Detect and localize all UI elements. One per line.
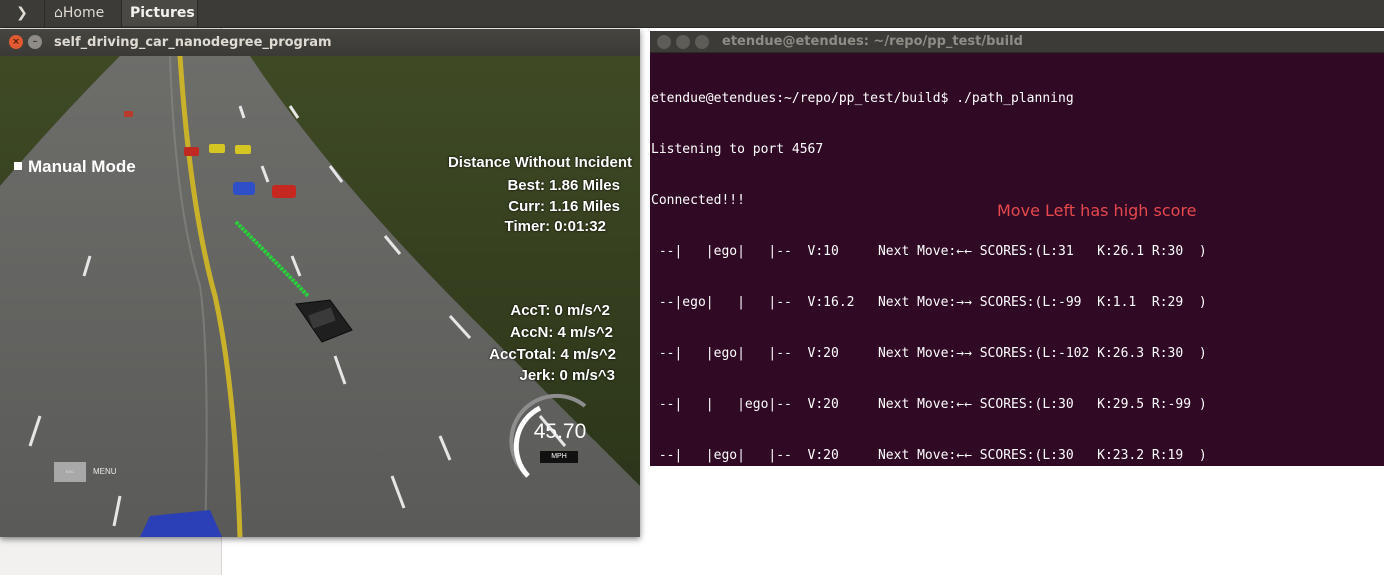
distance-header: Distance Without Incident <box>447 154 632 171</box>
minimize-icon[interactable]: – <box>28 35 42 49</box>
acct-readout: AccT: 0 m/s^2 <box>510 302 610 319</box>
timer: Timer: 0:01:32 <box>504 218 606 235</box>
current-distance: Curr: 1.16 Miles <box>508 198 620 215</box>
toolbar-divider <box>197 0 198 28</box>
terminal-line: --| | |ego|-- V:20 Next Move:←← SCORES:(… <box>651 397 1207 412</box>
acctotal-readout: AccTotal: 4 m/s^2 <box>489 346 616 363</box>
file-manager-toolbar: ❯ ⌂Home Pictures <box>0 0 1384 28</box>
chevron-right-icon[interactable]: ❯ <box>8 3 36 23</box>
close-icon[interactable] <box>657 35 671 49</box>
terminal-line: --| |ego| |-- V:20 Next Move:→→ SCORES:(… <box>651 346 1207 361</box>
checkbox-icon <box>14 162 22 170</box>
jerk-readout: Jerk: 0 m/s^3 <box>519 367 616 384</box>
terminal-line: etendue@etendues:~/repo/pp_test/build$ .… <box>651 91 1074 106</box>
accn-readout: AccN: 4 m/s^2 <box>510 324 613 341</box>
terminal-output[interactable]: etendue@etendues:~/repo/pp_test/build$ .… <box>650 56 1384 550</box>
simulator-scene[interactable]: Manual Mode Distance Without Incident Be… <box>0 55 640 537</box>
simulator-window: × – self_driving_car_nanodegree_program <box>0 29 640 537</box>
terminal-line: Listening to port 4567 <box>651 142 824 157</box>
toolbar-divider <box>44 0 45 28</box>
breadcrumb-home-label: Home <box>62 5 105 21</box>
terminal-title: etendue@etendues: ~/repo/pp_test/build <box>722 34 1023 49</box>
menu-label[interactable]: MENU <box>93 467 117 476</box>
terminal-window: etendue@etendues: ~/repo/pp_test/build e… <box>650 31 1384 514</box>
simulator-titlebar[interactable]: × – self_driving_car_nanodegree_program <box>0 29 640 56</box>
breadcrumb-pictures[interactable]: Pictures <box>122 0 197 26</box>
annotation-text: Move Left has high score <box>997 201 1197 220</box>
esc-label: ESC <box>65 469 75 474</box>
window-title: self_driving_car_nanodegree_program <box>54 35 332 50</box>
minimize-icon[interactable] <box>676 35 690 49</box>
maximize-icon[interactable] <box>695 35 709 49</box>
close-icon[interactable]: × <box>9 35 23 49</box>
terminal-cursor <box>651 498 661 514</box>
best-distance: Best: 1.86 Miles <box>507 177 620 194</box>
speed-value: 45.70 <box>533 420 587 443</box>
terminal-titlebar[interactable]: etendue@etendues: ~/repo/pp_test/build <box>650 31 1384 53</box>
terminal-prompt <box>651 498 1384 516</box>
highway-scene <box>0 55 640 537</box>
manual-mode-label: Manual Mode <box>28 157 136 176</box>
breadcrumb-home[interactable]: ⌂Home <box>46 0 112 26</box>
terminal-line: --| |ego| |-- V:10 Next Move:←← SCORES:(… <box>651 244 1207 259</box>
terminal-line: --|ego| | |-- V:16.2 Next Move:→→ SCORES… <box>651 295 1207 310</box>
home-icon: ⌂ <box>54 5 63 21</box>
speed-unit: MPH <box>540 451 578 463</box>
manual-mode-toggle[interactable]: Manual Mode <box>14 157 136 177</box>
terminal-line: --| |ego| |-- V:20 Next Move:←← SCORES:(… <box>651 448 1207 463</box>
